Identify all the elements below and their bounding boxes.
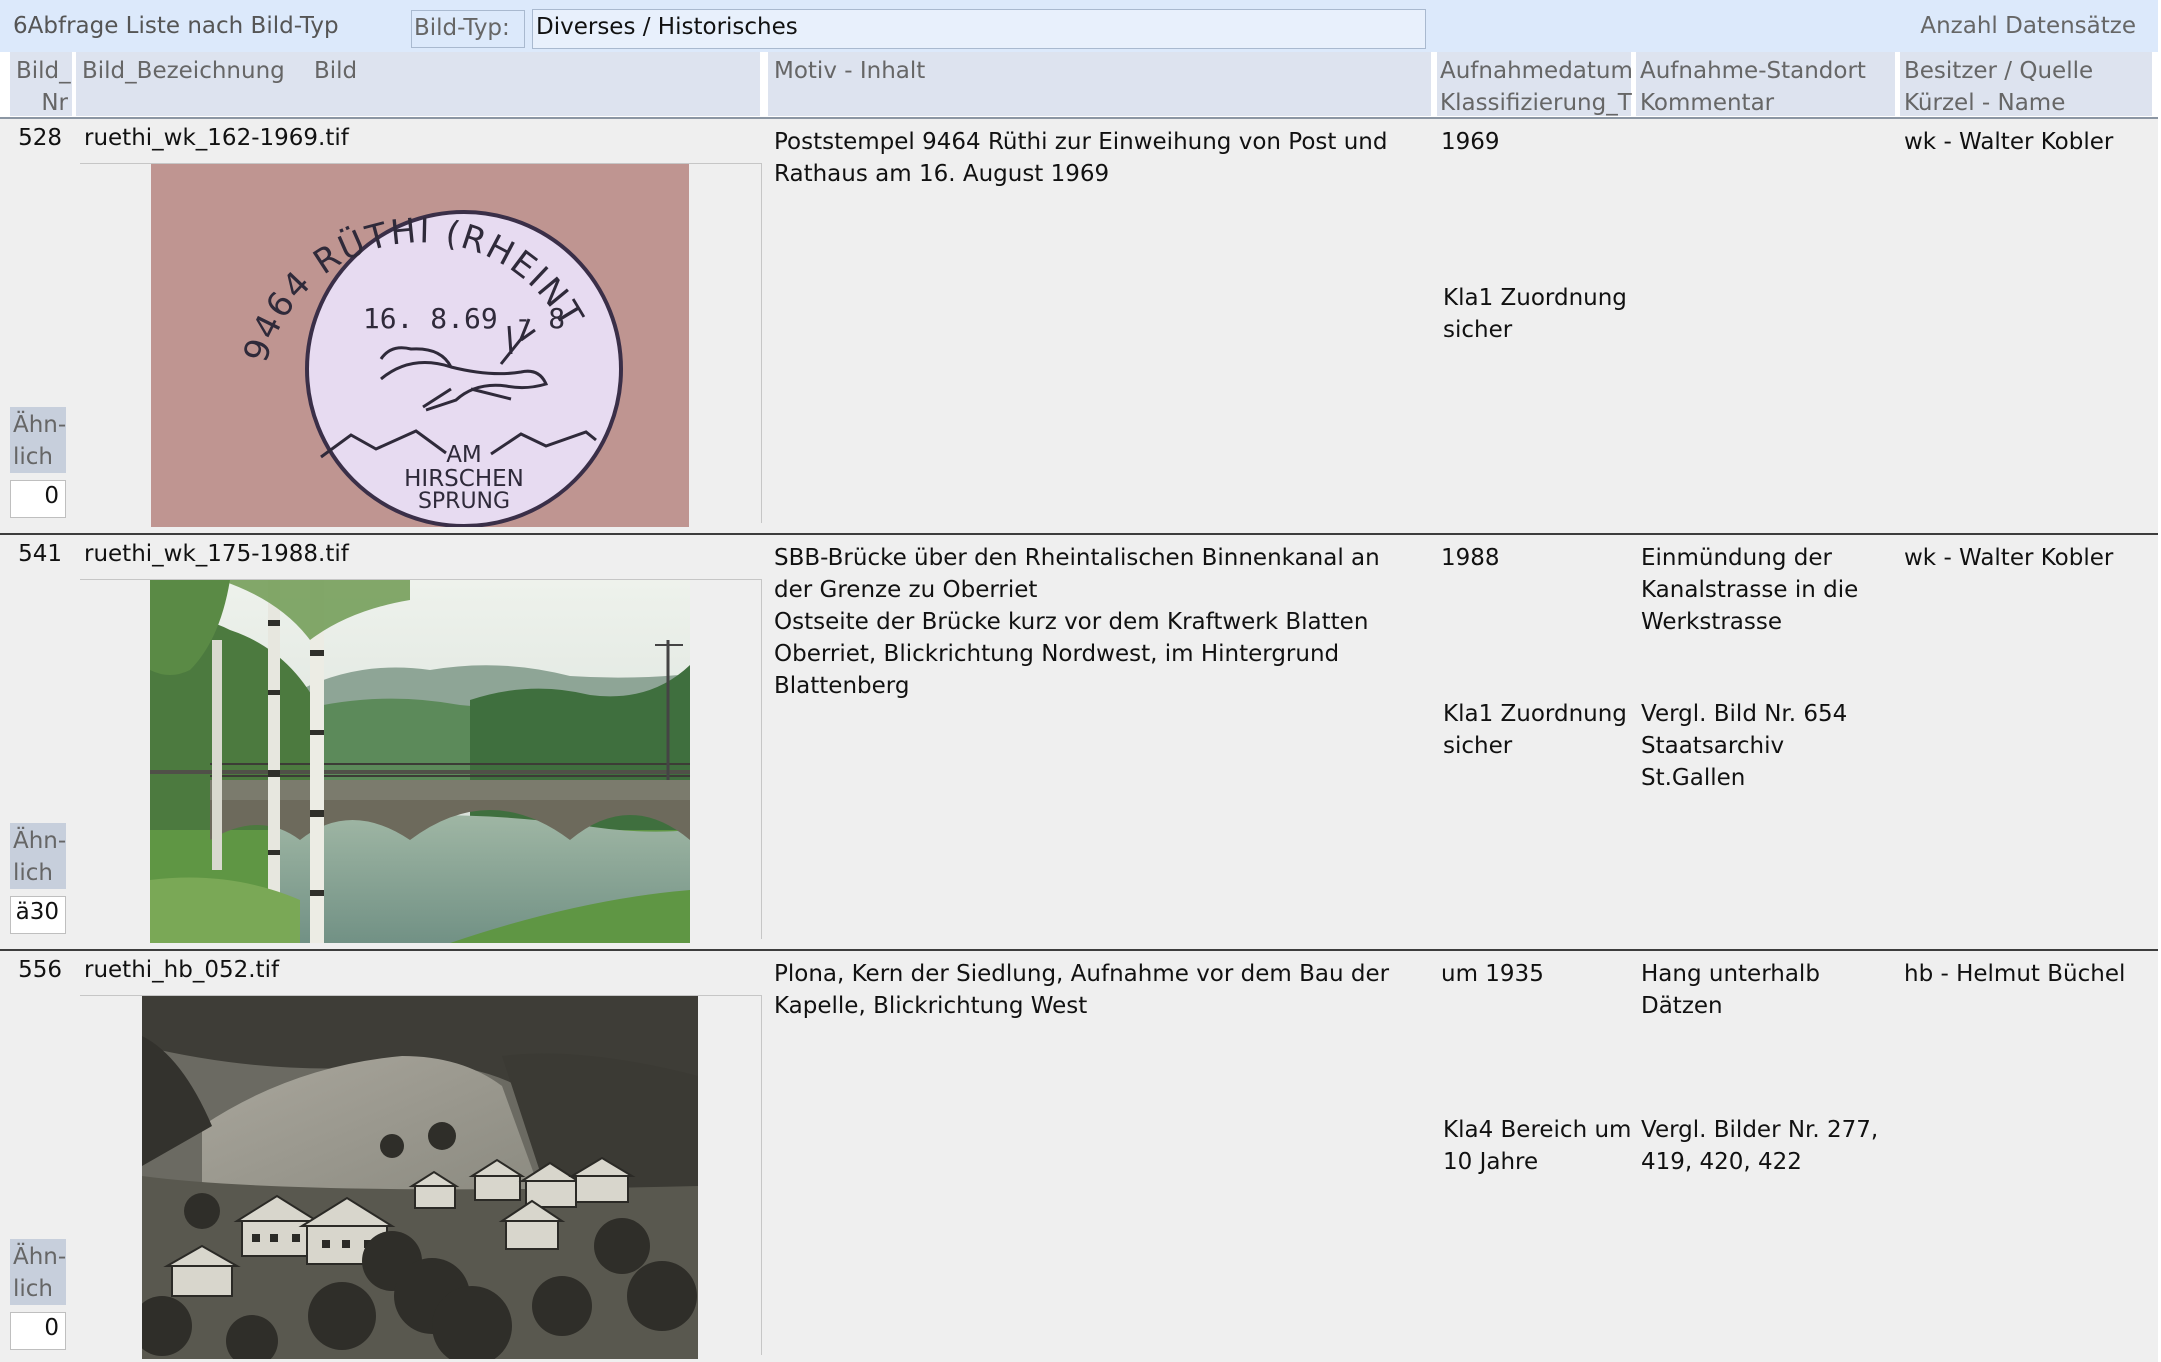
record-motiv: SBB-Brücke über den Rheintalischen Binne… [774,545,1380,699]
record-kommentar: Vergl. Bilder Nr. 277, 419, 420, 422 [1641,1117,1879,1175]
stamp-line1: AM [446,442,482,468]
record-filename[interactable]: ruethi_hb_052.tif [84,954,279,986]
record-klassifizierung: Kla1 Zuordnung sicher [1443,285,1627,343]
column-header-datum[interactable]: Aufnahmedatum Klassifizierung_T [1437,52,1633,116]
record-standort: Einmündung der Kanalstrasse in die Werks… [1641,545,1859,635]
column-header-nr-line1: Bild_ [16,58,71,84]
record-motiv: Plona, Kern der Siedlung, Aufnahme vor d… [774,961,1390,1019]
table-row[interactable]: 556 ruethi_hb_052.tif Plona, Kern der Si… [0,951,2158,1362]
column-header-motiv[interactable]: Motiv - Inhalt [768,52,1431,116]
image-frame-right [761,995,762,1355]
village-photo [142,996,698,1359]
image-frame-right [761,579,762,939]
table-row[interactable]: 541 ruethi_wk_175-1988.tif SBB-Brücke üb… [0,535,2158,949]
column-header-besitzer[interactable]: Besitzer / Quelle Kürzel - Name [1900,52,2152,116]
column-header-bezeichnung: Bild_Bezeichnung [82,58,285,84]
record-klassifizierung: Kla4 Bereich um 10 Jahre [1443,1117,1632,1175]
similar-label: Ähn-lich [10,1239,66,1305]
postmark-photo: 9464 RÜTHI (RHEINTAL) 16. 8.69 - 8 AM HI… [151,164,689,527]
form-title: 6Abfrage Liste nach Bild-Typ [13,13,339,39]
similar-value-field[interactable]: 0 [10,1312,66,1350]
table-row[interactable]: 528 ruethi_wk_162-1969.tif 9464 RÜTHI (R… [0,119,2158,533]
record-kommentar: Vergl. Bild Nr. 654 Staatsarchiv St.Gall… [1641,701,1848,791]
record-datum: 1988 [1441,545,1500,571]
column-header-datum-line1: Aufnahmedatum [1440,58,1633,84]
column-header-standort-line2: Kommentar [1640,90,1775,116]
record-besitzer: wk - Walter Kobler [1904,545,2114,571]
similar-value-field[interactable]: ä30 [10,896,66,934]
record-standort: Hang unterhalb Dätzen [1641,961,1820,1019]
stamp-line3: SPRUNG [418,489,510,514]
record-image[interactable]: 9464 RÜTHI (RHEINTAL) 16. 8.69 - 8 AM HI… [151,164,689,527]
record-motiv: Poststempel 9464 Rüthi zur Einweihung vo… [774,129,1388,187]
column-header-besitzer-line1: Besitzer / Quelle [1904,58,2094,84]
record-besitzer: wk - Walter Kobler [1904,129,2114,155]
record-count-label: Anzahl Datensätze [1920,13,2136,39]
record-datum: 1969 [1441,129,1500,155]
column-header-image[interactable]: Bild_Bezeichnung Bild [76,52,760,116]
similar-value-field[interactable]: 0 [10,480,66,518]
image-type-label: Bild-Typ: [411,10,525,48]
record-nr: 541 [18,541,62,567]
record-besitzer: hb - Helmut Büchel [1904,961,2126,987]
column-header-bild: Bild [314,58,358,84]
record-image[interactable] [142,996,698,1359]
record-filename[interactable]: ruethi_wk_175-1988.tif [84,538,349,570]
similar-label: Ähn-lich [10,823,66,889]
record-nr: 556 [18,957,62,983]
image-frame-right [761,163,762,523]
record-klassifizierung: Kla1 Zuordnung sicher [1443,701,1627,759]
record-filename[interactable]: ruethi_wk_162-1969.tif [84,122,349,154]
column-header-standort-line1: Aufnahme-Standort [1640,58,1866,84]
column-header-datum-line2: Klassifizierung_T [1440,90,1632,116]
image-type-field[interactable]: Diverses / Historisches [532,9,1426,49]
bridge-photo [150,580,690,943]
column-header-besitzer-line2: Kürzel - Name [1904,90,2066,116]
record-datum: um 1935 [1441,961,1544,987]
column-header-nr[interactable]: Bild_ Nr [10,52,72,116]
column-header-nr-line2: Nr [41,90,68,116]
record-nr: 528 [18,125,62,151]
record-image[interactable] [150,580,690,943]
column-header-standort[interactable]: Aufnahme-Standort Kommentar [1636,52,1895,116]
similar-label: Ähn-lich [10,407,66,473]
